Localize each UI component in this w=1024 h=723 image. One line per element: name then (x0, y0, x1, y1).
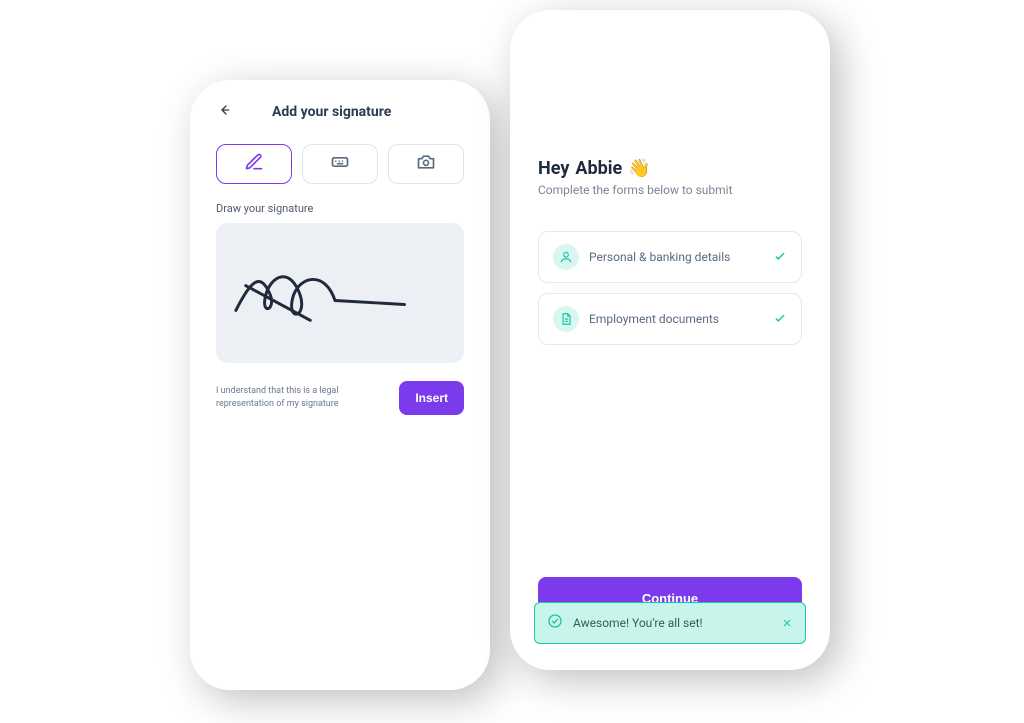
toast-text: Awesome! You're all set! (573, 616, 771, 630)
signature-screen: Add your signature Draw your signature (190, 80, 490, 437)
signature-canvas[interactable] (216, 223, 464, 363)
close-icon[interactable] (781, 614, 793, 633)
success-toast: Awesome! You're all set! (534, 602, 806, 644)
camera-icon (416, 152, 436, 176)
form-list: Personal & banking details Employment do… (538, 231, 802, 345)
forms-screen: Hey Abbie 👋 Complete the forms below to … (510, 10, 830, 670)
signature-header: Add your signature (216, 102, 464, 122)
form-item-label: Employment documents (589, 312, 763, 326)
flex-spacer (538, 345, 802, 577)
tab-camera[interactable] (388, 144, 464, 184)
success-check-icon (547, 613, 563, 633)
phone-signature: Add your signature Draw your signature (190, 80, 490, 690)
phone-forms: Hey Abbie 👋 Complete the forms below to … (510, 10, 830, 670)
page-title: Add your signature (272, 104, 391, 120)
document-icon (553, 306, 579, 332)
check-icon (773, 248, 787, 267)
legal-disclaimer: I understand that this is a legal repres… (216, 385, 389, 410)
greeting-prefix: Hey (538, 158, 569, 179)
greeting: Hey Abbie 👋 (538, 158, 802, 179)
check-icon (773, 310, 787, 329)
greeting-subtitle: Complete the forms below to submit (538, 183, 802, 197)
top-spacer (538, 38, 802, 158)
pencil-icon (244, 152, 264, 176)
tab-type[interactable] (302, 144, 378, 184)
wave-icon: 👋 (628, 158, 650, 179)
insert-button[interactable]: Insert (399, 381, 464, 415)
back-arrow-icon[interactable] (216, 102, 232, 122)
tab-draw[interactable] (216, 144, 292, 184)
draw-label: Draw your signature (216, 202, 464, 215)
keyboard-icon (330, 152, 350, 176)
form-item-personal[interactable]: Personal & banking details (538, 231, 802, 283)
person-icon (553, 244, 579, 270)
form-item-employment[interactable]: Employment documents (538, 293, 802, 345)
signature-method-tabs (216, 144, 464, 184)
signature-scribble-icon (216, 241, 464, 344)
greeting-name: Abbie (575, 158, 622, 179)
insert-row: I understand that this is a legal repres… (216, 381, 464, 415)
form-item-label: Personal & banking details (589, 250, 763, 264)
